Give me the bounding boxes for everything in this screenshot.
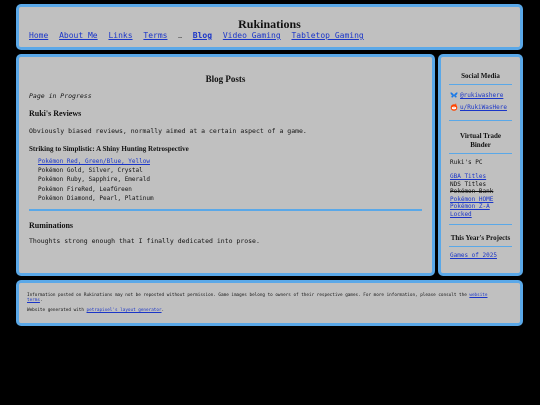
projects-heading: This Year's Projects [450,234,511,242]
games-of-2025-link[interactable]: Games of 2025 [450,252,497,259]
trade-binder-heading-line2: Binder [470,141,491,149]
website-terms-link-cont[interactable]: terms [27,298,40,303]
sidebar-divider [449,246,512,247]
footer-notice-text: Information posted on Rukinations may no… [27,293,467,298]
list-item: Pokémon Diamond, Pearl, Platinum [38,194,154,202]
section-heading-reviews: Ruki's Reviews [29,109,82,118]
main-nav: Home About Me Links Terms … Blog Video G… [29,31,370,40]
header-panel: Rukinations Home About Me Links Terms … … [16,4,523,50]
sidebar-divider [449,224,512,225]
footer-period: . [161,308,165,313]
section-heading-ruminations: Ruminations [29,221,74,230]
layout-generator-link[interactable]: petrapixel's layout generator [87,308,162,313]
sidebar-panel: Social Media @rukiwashere u/RukiWasHere … [438,54,523,276]
footer-period: . [39,298,43,303]
page-title: Blog Posts [205,74,246,84]
site-title: Rukinations [238,17,301,31]
pokemon-za-link[interactable]: Pokémon Z-A [450,203,490,210]
social-media-heading: Social Media [461,72,500,80]
nav-about-link[interactable]: About Me [59,31,98,40]
projects-link-wrap: Games of 2025 [450,252,497,259]
list-item: Pokémon Ruby, Sapphire, Emerald [38,176,150,184]
sidebar-divider [449,153,512,154]
section-description-reviews: Obviously biased reviews, normally aimed… [29,127,307,135]
nav-blog-link[interactable]: Blog [193,31,212,40]
sidebar-divider [449,120,512,121]
nds-titles-item: NDS Titles [450,180,487,188]
nav-separator: … [178,33,182,40]
reddit-icon [450,103,458,111]
section-divider [29,209,422,211]
footer-copyright-line: Information posted on Rukinations may no… [27,293,487,298]
list-item-link[interactable]: Pokémon Red, Green/Blue, Yellow [38,158,150,165]
website-terms-link[interactable]: website [469,293,487,298]
nav-home-link[interactable]: Home [29,31,48,40]
game-list: Pokémon Red, Green/Blue, Yellow Pokémon … [38,157,154,203]
gba-titles-link[interactable]: GBA Titles [450,173,486,180]
bluesky-row: @rukiwashere [450,91,503,99]
pokemon-bank-item: Pokémon Bank [450,188,494,196]
main-panel: Blog Posts Page in Progress Ruki's Revie… [16,54,435,276]
list-item: Pokémon Gold, Silver, Crystal [38,167,143,175]
nav-terms-link[interactable]: Terms [143,31,167,40]
nav-links-link[interactable]: Links [108,31,132,40]
butterfly-icon [450,92,458,98]
nav-tabletop-gaming-link[interactable]: Tabletop Gaming [291,31,363,40]
section-description-ruminations: Thoughts strong enough that I finally de… [29,237,260,245]
binder-list: GBA Titles NDS Titles Pokémon Bank Pokém… [450,173,493,219]
footer-panel: Information posted on Rukinations may no… [16,280,523,326]
pc-subheading: Ruki's PC [450,159,483,166]
nav-video-gaming-link[interactable]: Video Gaming [223,31,281,40]
bluesky-link[interactable]: @rukiwashere [460,92,503,99]
progress-note: Page in Progress [29,92,92,100]
footer-generator-line: Website generated with petrapixel's layo… [27,308,164,313]
reddit-row: u/RukiWasHere [450,103,507,111]
subsection-heading-shiny: Striking to Simplistic: A Shiny Hunting … [29,145,189,153]
reddit-link[interactable]: u/RukiWasHere [460,104,507,111]
footer-generator-text: Website generated with [27,308,84,313]
trade-binder-heading-line1: Virtual Trade [460,132,501,140]
footer-copyright-line-wrap: terms. [27,298,43,303]
locked-link[interactable]: Locked [450,211,472,218]
sidebar-divider [449,84,512,85]
pokemon-home-link[interactable]: Pokémon HOME [450,196,493,203]
list-item: Pokémon FireRed, LeafGreen [38,185,132,193]
